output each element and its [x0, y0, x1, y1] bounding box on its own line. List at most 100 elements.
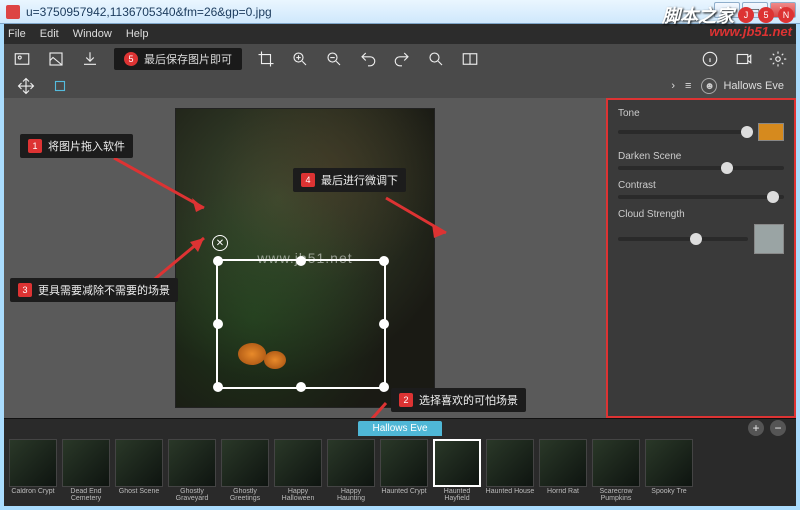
callout-5-text: 最后保存图片即可: [144, 51, 232, 67]
preset-label: Ghostly Graveyard: [167, 488, 217, 502]
crop-selection[interactable]: ✕: [216, 259, 386, 389]
crop-handle[interactable]: [213, 319, 223, 329]
darken-control: Darken Scene: [618, 151, 784, 170]
darken-slider[interactable]: [618, 166, 784, 170]
move-icon[interactable]: [16, 77, 36, 95]
undo-icon[interactable]: [358, 50, 378, 68]
contrast-label: Contrast: [618, 180, 784, 191]
presets-tab[interactable]: Hallows Eve: [358, 421, 441, 436]
preset-label: Spooky Tre: [651, 488, 686, 502]
preset-image: [433, 439, 481, 487]
redo-icon[interactable]: [392, 50, 412, 68]
preset-image: [592, 439, 640, 487]
skull-icon: ☻: [701, 78, 717, 94]
workspace: www.jb51.net ✕ 1 将图片拖入软件: [4, 98, 796, 418]
contrast-control: Contrast: [618, 180, 784, 199]
preset-image: [539, 439, 587, 487]
tone-swatch[interactable]: [758, 123, 784, 141]
preset-label: Haunted Hayfield: [432, 488, 482, 502]
preset-image: [9, 439, 57, 487]
preset-thumb[interactable]: Horrid Rat: [538, 439, 588, 504]
theme-indicator[interactable]: ☻ Hallows Eve: [701, 78, 784, 94]
tone-slider[interactable]: [618, 130, 752, 134]
crop-handle[interactable]: [213, 256, 223, 266]
compare-icon[interactable]: [460, 50, 480, 68]
callout-3: 3 更具需要减除不需要的场景: [10, 278, 178, 302]
preset-image: [327, 439, 375, 487]
canvas-area[interactable]: www.jb51.net ✕ 1 将图片拖入软件: [4, 98, 606, 418]
preset-thumb[interactable]: Spooky Tre: [644, 439, 694, 504]
preset-thumb[interactable]: Happy Haunting: [326, 439, 376, 504]
export-icon[interactable]: [80, 50, 100, 68]
menu-file[interactable]: File: [8, 28, 26, 40]
second-toolbar: › ≡ ☻ Hallows Eve: [4, 74, 796, 98]
callout-5: 5 最后保存图片即可: [114, 48, 242, 70]
preset-thumb[interactable]: Happy Halloween: [273, 439, 323, 504]
preset-image: [168, 439, 216, 487]
cloud-swatch[interactable]: [754, 224, 784, 254]
callout-4: 4 最后进行微调下: [293, 168, 406, 192]
add-preset-button[interactable]: +: [748, 420, 764, 436]
callout-5-num: 5: [124, 52, 138, 66]
zoom-out-icon[interactable]: [324, 50, 344, 68]
tone-control: Tone: [618, 108, 784, 141]
preset-label: Happy Haunting: [326, 488, 376, 502]
preset-label: Caldron Crypt: [11, 488, 54, 502]
preset-image: [115, 439, 163, 487]
preset-thumb[interactable]: Dead End Cemetery: [61, 439, 111, 504]
crop-handle[interactable]: [296, 256, 306, 266]
cloud-control: Cloud Strength: [618, 209, 784, 254]
preset-image: [62, 439, 110, 487]
cloud-slider[interactable]: [618, 237, 748, 241]
list-view-icon[interactable]: ≡: [685, 80, 691, 92]
menu-help[interactable]: Help: [126, 28, 149, 40]
preset-label: Horrid Rat: [547, 488, 579, 502]
contrast-slider[interactable]: [618, 195, 784, 199]
image-canvas[interactable]: www.jb51.net ✕: [175, 108, 435, 408]
preset-image: [221, 439, 269, 487]
crop-close-button[interactable]: ✕: [212, 235, 228, 251]
preset-thumb[interactable]: Haunted House: [485, 439, 535, 504]
chevron-right-icon[interactable]: ›: [671, 80, 675, 92]
preset-thumb[interactable]: Haunted Hayfield: [432, 439, 482, 504]
settings-icon[interactable]: [768, 50, 788, 68]
crop-handle[interactable]: [296, 382, 306, 392]
crop-handle[interactable]: [379, 319, 389, 329]
preset-thumb[interactable]: Haunted Crypt: [379, 439, 429, 504]
video-icon[interactable]: [734, 50, 754, 68]
remove-preset-button[interactable]: −: [770, 420, 786, 436]
preset-label: Haunted House: [486, 488, 535, 502]
zoom-in-icon[interactable]: [290, 50, 310, 68]
app-favicon: [6, 5, 20, 19]
menu-window[interactable]: Window: [73, 28, 112, 40]
preset-image: [486, 439, 534, 487]
zoom-fit-icon[interactable]: [426, 50, 446, 68]
presets-strip: Hallows Eve + − Caldron Crypt Dead End Ce…: [4, 418, 796, 506]
info-icon[interactable]: [700, 50, 720, 68]
preset-thumb[interactable]: Ghostly Graveyard: [167, 439, 217, 504]
open-image-icon[interactable]: [12, 50, 32, 68]
crop-handle[interactable]: [379, 382, 389, 392]
preset-label: Ghost Scene: [119, 488, 159, 502]
preset-image: [645, 439, 693, 487]
save-icon[interactable]: [46, 50, 66, 68]
toolbar: 5 最后保存图片即可: [4, 44, 796, 74]
app-frame: File Edit Window Help 5 最后保存图片即可 › ≡ ☻: [4, 24, 796, 506]
preset-thumb[interactable]: Scarecrow Pumpkins: [591, 439, 641, 504]
preset-thumb[interactable]: Ghostly Greetings: [220, 439, 270, 504]
crop-icon[interactable]: [256, 50, 276, 68]
crop-handle[interactable]: [213, 382, 223, 392]
preset-thumb[interactable]: Ghost Scene: [114, 439, 164, 504]
tone-label: Tone: [618, 108, 784, 119]
theme-label: Hallows Eve: [723, 80, 784, 92]
darken-label: Darken Scene: [618, 151, 784, 162]
crop-tool-icon[interactable]: [50, 77, 70, 95]
preset-image: [380, 439, 428, 487]
preset-label: Haunted Crypt: [381, 488, 426, 502]
menu-edit[interactable]: Edit: [40, 28, 59, 40]
preset-image: [274, 439, 322, 487]
adjustments-panel: Tone Darken Scene Contrast Cloud Strengt…: [606, 98, 796, 418]
callout-2: 2 选择喜欢的可怕场景: [391, 388, 526, 412]
crop-handle[interactable]: [379, 256, 389, 266]
preset-thumb[interactable]: Caldron Crypt: [8, 439, 58, 504]
